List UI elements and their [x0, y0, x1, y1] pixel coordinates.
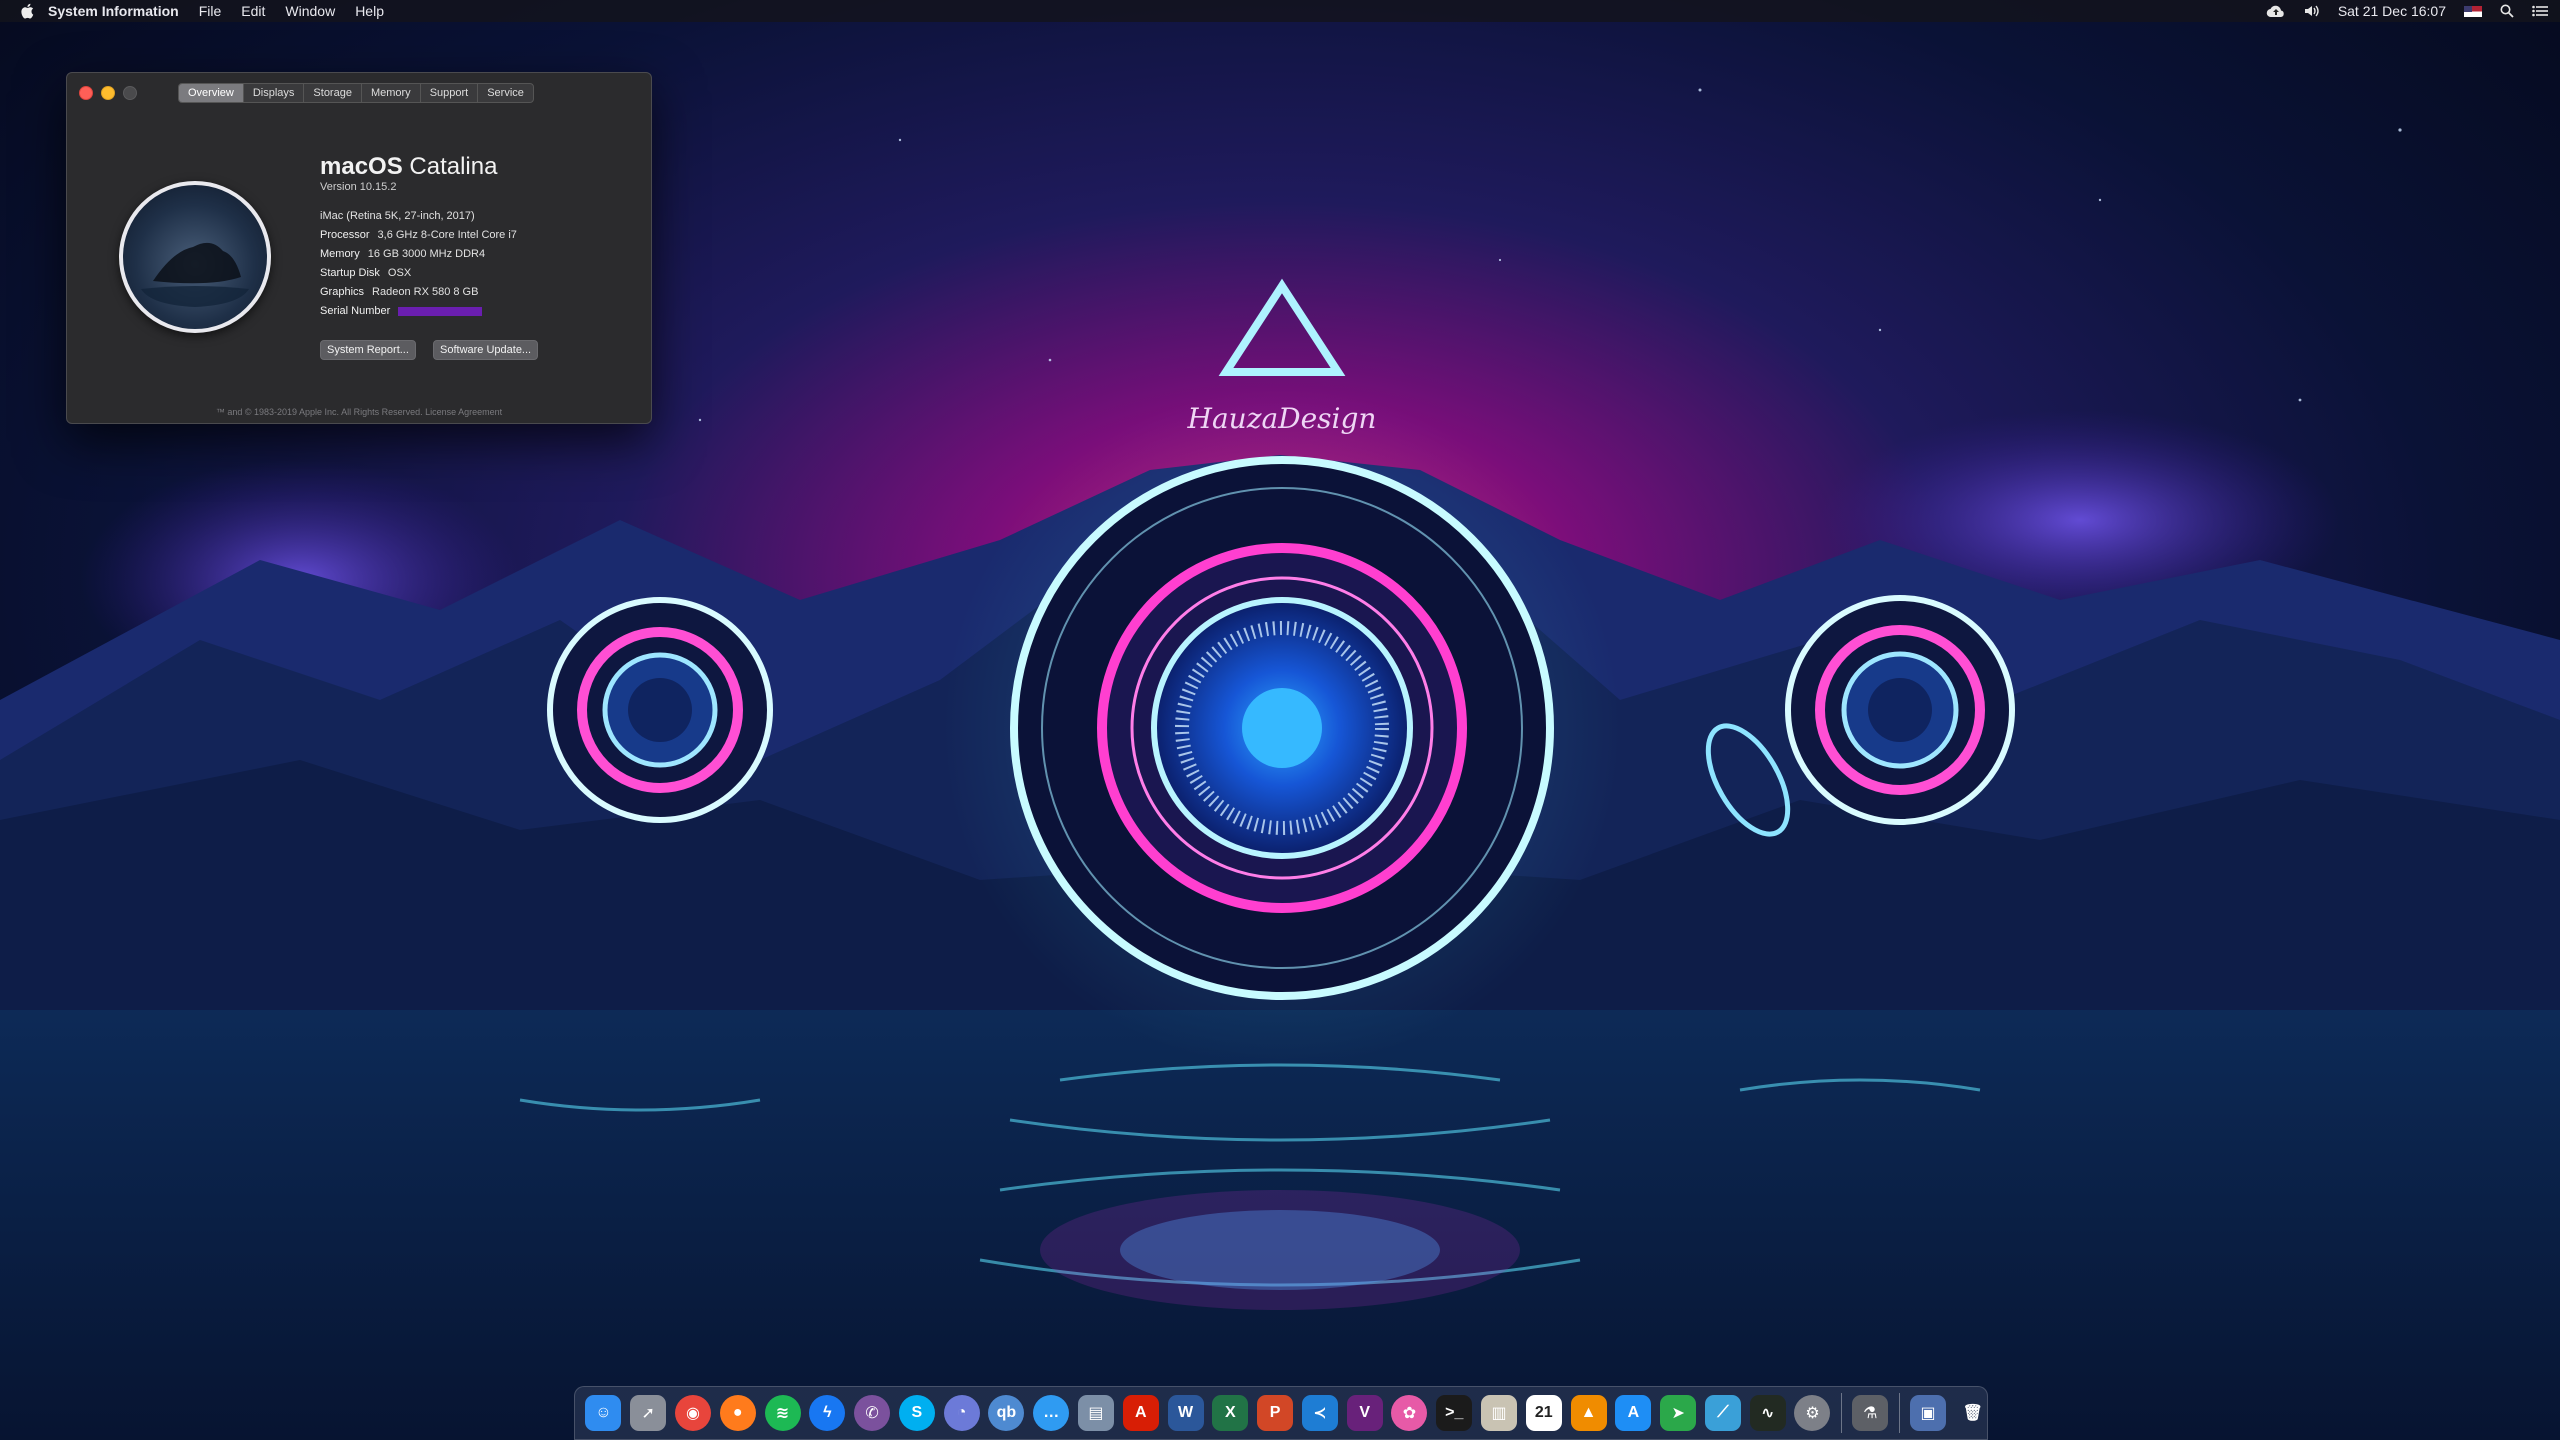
dock: ☺ ➚ ◉ ● ≋ ϟ ✆ S ◔ qb… ▤ A W X P ≺ V ✿ >_ ▥ 21 ▲ A ➤ ⟋ ∿ ⚙ ⚗ ▣ 🗑 [574, 1386, 1988, 1440]
preview-icon[interactable]: ▤ [1077, 1395, 1114, 1431]
activity-monitor-icon[interactable]: ∿ [1749, 1395, 1786, 1431]
os-name-rest: Catalina [402, 153, 498, 180]
tab-bar: Overview Displays Storage Memory Support… [178, 83, 534, 103]
software-update-button[interactable]: Software Update... [433, 340, 539, 360]
volume-icon[interactable] [2304, 4, 2320, 18]
system-report-button[interactable]: System Report... [320, 340, 416, 360]
spec-processor: Processor 3,6 GHz 8-Core Intel Core i7 [320, 229, 517, 241]
macos-catalina-logo [119, 181, 271, 333]
minimize-button[interactable] [101, 86, 115, 100]
os-name-bold: macOS [320, 153, 403, 180]
firefox-icon[interactable]: ● [719, 1395, 756, 1431]
vscode-icon[interactable]: ≺ [1301, 1395, 1338, 1431]
menu-window[interactable]: Window [285, 3, 335, 19]
spec-key: Processor [320, 229, 370, 241]
chrome-icon[interactable]: ◉ [674, 1395, 711, 1431]
apple-menu-icon[interactable] [20, 3, 36, 19]
model-name: iMac (Retina 5K, 27-inch, 2017) [320, 210, 475, 222]
cloud-upload-icon[interactable] [2266, 4, 2286, 18]
tab-overview[interactable]: Overview [179, 84, 244, 102]
datetime[interactable]: Sat 21 Dec 16:07 [2338, 3, 2446, 19]
viber-icon[interactable]: ✆ [854, 1395, 891, 1431]
skype-icon[interactable]: S [898, 1395, 935, 1431]
spotlight-search-icon[interactable] [2500, 4, 2514, 18]
app-name-menu[interactable]: System Information [48, 3, 179, 19]
notification-center-icon[interactable] [2532, 5, 2548, 17]
word-icon[interactable]: W [1167, 1395, 1204, 1431]
powerpoint-icon[interactable]: P [1257, 1395, 1294, 1431]
menu-edit[interactable]: Edit [241, 3, 265, 19]
finder-icon[interactable]: ☺ [585, 1395, 622, 1431]
qbittorrent-icon[interactable]: qb [988, 1395, 1025, 1431]
spec-serial-number: Serial Number [320, 305, 483, 317]
spec-key: Graphics [320, 286, 365, 298]
us-flag-input-source-icon[interactable] [2464, 5, 2482, 17]
spec-memory: Memory 16 GB 3000 MHz DDR4 [320, 248, 485, 260]
terminal-icon[interactable]: >_ [1436, 1395, 1473, 1431]
spec-startup-disk: Startup Disk OSX [320, 267, 411, 279]
zoom-button[interactable] [123, 86, 137, 100]
tab-storage[interactable]: Storage [304, 84, 362, 102]
messages-icon[interactable]: … [1033, 1395, 1070, 1431]
serial-number-redacted [398, 306, 483, 316]
menu-bar: System Information File Edit Window Help… [0, 0, 2560, 22]
stocks-icon[interactable]: ⟋ [1704, 1395, 1741, 1431]
acrobat-icon[interactable]: A [1122, 1395, 1159, 1431]
spotify-icon[interactable]: ≋ [764, 1395, 801, 1431]
launchpad-icon[interactable]: ➚ [630, 1395, 667, 1431]
spec-value: OSX [387, 267, 412, 279]
os-version: Version 10.15.2 [320, 181, 397, 193]
photos-icon[interactable]: ✿ [1391, 1395, 1428, 1431]
visual-studio-icon[interactable]: V [1346, 1395, 1383, 1431]
calendar-icon[interactable]: 21 [1525, 1395, 1562, 1431]
messenger-icon[interactable]: ϟ [809, 1395, 846, 1431]
script-editor-icon[interactable]: ⚗ [1852, 1395, 1889, 1431]
notes-icon[interactable]: ▥ [1481, 1395, 1518, 1431]
os-name: macOS Catalina [320, 153, 497, 181]
vlc-icon[interactable]: ▲ [1570, 1395, 1607, 1431]
dock-separator [1840, 1393, 1842, 1433]
discord-icon[interactable]: ◔ [943, 1395, 980, 1431]
system-preferences-icon[interactable]: ⚙ [1794, 1395, 1831, 1431]
dock-separator [1898, 1393, 1900, 1433]
copyright-footer: ™ and © 1983-2019 Apple Inc. All Rights … [215, 407, 503, 417]
downloads-folder-icon[interactable]: ▣ [1910, 1395, 1947, 1431]
spec-graphics: Graphics Radeon RX 580 8 GB [320, 286, 478, 298]
window-controls [79, 86, 145, 100]
spec-key: Serial Number [320, 305, 391, 317]
spec-key: Startup Disk [320, 267, 380, 279]
about-this-mac-window: Overview Displays Storage Memory Support… [66, 72, 652, 424]
tab-displays[interactable]: Displays [244, 84, 305, 102]
spec-value: 16 GB 3000 MHz DDR4 [367, 248, 486, 260]
menu-file[interactable]: File [199, 3, 222, 19]
tab-support[interactable]: Support [421, 84, 479, 102]
menu-help[interactable]: Help [355, 3, 384, 19]
tab-service[interactable]: Service [478, 84, 533, 102]
excel-icon[interactable]: X [1212, 1395, 1249, 1431]
trash-icon[interactable]: 🗑 [1955, 1395, 1991, 1431]
close-button[interactable] [79, 86, 93, 100]
app-store-icon[interactable]: A [1615, 1395, 1652, 1431]
tab-memory[interactable]: Memory [362, 84, 421, 102]
spec-key: Memory [320, 248, 360, 260]
maps-icon[interactable]: ➤ [1660, 1395, 1697, 1431]
spec-value: Radeon RX 580 8 GB [372, 286, 479, 298]
spec-value: 3,6 GHz 8-Core Intel Core i7 [377, 229, 517, 241]
